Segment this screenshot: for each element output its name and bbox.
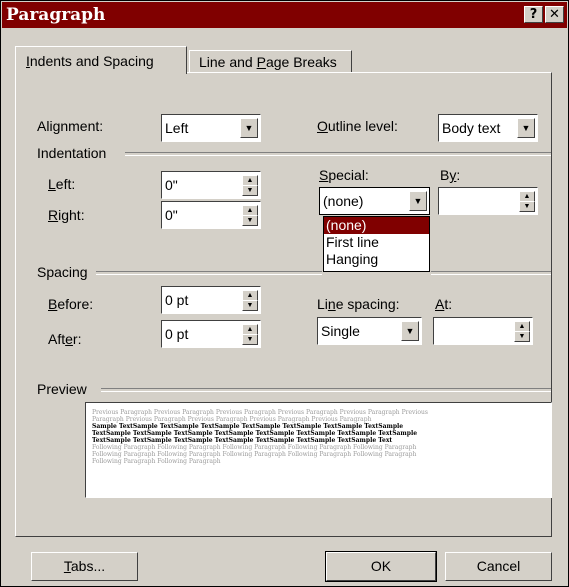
- spin-down-icon[interactable]: ▼: [514, 331, 530, 342]
- preview-group-label: Preview: [37, 381, 87, 397]
- indent-left-spinner[interactable]: 0" ▲ ▼: [161, 171, 261, 199]
- title-bar[interactable]: Paragraph ? ✕: [2, 2, 567, 28]
- ok-button[interactable]: OK: [325, 551, 437, 582]
- spacing-before-spinner[interactable]: 0 pt ▲ ▼: [161, 286, 261, 314]
- label-pre: B: [440, 167, 450, 183]
- at-label: At:: [435, 296, 452, 312]
- label-mnemonic: A: [435, 296, 445, 312]
- tab-label-post: age Breaks: [265, 54, 337, 70]
- label-mnemonic: R: [48, 207, 59, 223]
- cancel-button[interactable]: Cancel: [445, 552, 552, 581]
- spacing-group-label: Spacing: [37, 264, 88, 280]
- line-spacing-label: Line spacing:: [317, 296, 400, 312]
- preview-sample-line: TextSample TextSample TextSample TextSam…: [92, 437, 393, 444]
- tab-label-pre: Line and: [199, 54, 257, 70]
- label-post: :: [456, 167, 461, 183]
- preview-sample-line: Sample TextSample TextSample TextSample …: [92, 423, 404, 430]
- indent-right-spinner[interactable]: 0" ▲ ▼: [161, 201, 261, 229]
- label-pre: Li: [317, 296, 328, 312]
- label-post: ight:: [58, 207, 85, 223]
- label-post: r:: [72, 331, 82, 347]
- outline-level-label: Outline level:: [317, 118, 398, 134]
- label-post: abs...: [70, 558, 106, 574]
- line-spacing-value: Single: [321, 323, 360, 339]
- label-pre: Ali: [37, 118, 53, 134]
- spin-down-icon[interactable]: ▼: [242, 334, 258, 345]
- spacing-after-label: After:: [48, 331, 81, 347]
- label-post: t:: [444, 296, 453, 312]
- spacing-after-spinner[interactable]: 0 pt ▲ ▼: [161, 320, 261, 348]
- label-post: utline level:: [327, 118, 398, 134]
- chevron-down-icon[interactable]: ▼: [517, 118, 535, 138]
- outline-level-value: Body text: [442, 120, 501, 136]
- spacing-divider: [96, 271, 322, 275]
- indent-left-value: 0": [165, 177, 178, 193]
- special-select[interactable]: (none) ▼: [319, 187, 430, 215]
- chevron-down-icon[interactable]: ▼: [401, 321, 419, 341]
- paragraph-preview: Previous Paragraph Previous Paragraph Pr…: [85, 402, 552, 498]
- label-mnemonic: T: [63, 558, 71, 574]
- tab-label-mnemonic: P: [256, 54, 266, 70]
- special-dropdown-list: (none) First line Hanging: [323, 216, 430, 272]
- preview-following-line: Following Paragraph Following Paragraph …: [92, 444, 417, 451]
- tab-indents-and-spacing[interactable]: Indents and Spacing: [15, 46, 187, 74]
- special-option-first-line[interactable]: First line: [324, 234, 429, 251]
- label-mnemonic: S: [319, 167, 329, 183]
- indentation-divider: [125, 152, 551, 156]
- label-post: e spacing:: [335, 296, 400, 312]
- preview-following-line: Following Paragraph Following Paragraph: [92, 458, 221, 465]
- preview-previous-line: Previous Paragraph Previous Paragraph Pr…: [92, 409, 428, 416]
- label-mnemonic: e: [65, 331, 73, 347]
- dialog-title: Paragraph: [6, 5, 106, 25]
- label-post: efore:: [57, 296, 94, 312]
- preview-divider: [101, 388, 551, 392]
- special-value: (none): [323, 193, 364, 209]
- label-mnemonic: L: [48, 176, 56, 192]
- at-spinner[interactable]: ▲ ▼: [433, 317, 533, 345]
- spacing-before-label: Before:: [48, 296, 93, 312]
- spacing-divider-right: [431, 271, 551, 275]
- indent-right-value: 0": [165, 207, 178, 223]
- chevron-down-icon[interactable]: ▼: [240, 118, 258, 138]
- preview-sample-line: TextSample TextSample TextSample TextSam…: [92, 430, 418, 437]
- by-spinner[interactable]: ▲ ▼: [438, 187, 538, 215]
- tab-line-and-page-breaks[interactable]: Line and Page Breaks: [189, 50, 352, 73]
- spin-down-icon[interactable]: ▼: [242, 300, 258, 311]
- preview-following-line: Following Paragraph Following Paragraph …: [92, 451, 417, 458]
- indent-left-label: Left:: [48, 176, 75, 192]
- spacing-after-value: 0 pt: [165, 326, 189, 342]
- by-label: By:: [440, 167, 460, 183]
- spin-down-icon[interactable]: ▼: [242, 185, 258, 196]
- special-label: Special:: [319, 167, 369, 183]
- preview-previous-line: Paragraph Previous Paragraph Previous Pa…: [92, 416, 372, 423]
- close-button[interactable]: ✕: [545, 6, 564, 23]
- label-post: eft:: [55, 176, 76, 192]
- outline-level-select[interactable]: Body text ▼: [438, 114, 538, 142]
- tab-label-post: ndents and Spacing: [29, 53, 154, 69]
- alignment-value: Left: [165, 120, 189, 136]
- line-spacing-select[interactable]: Single ▼: [317, 317, 422, 345]
- label-mnemonic: B: [48, 296, 58, 312]
- indentation-group-label: Indentation: [37, 145, 107, 161]
- label-mnemonic: O: [317, 118, 328, 134]
- label-pre: Aft: [48, 331, 66, 347]
- tabs-button[interactable]: Tabs...: [31, 552, 138, 581]
- spin-down-icon[interactable]: ▼: [242, 215, 258, 226]
- alignment-label: Alignment:: [37, 118, 103, 134]
- label-mnemonic: n: [327, 296, 336, 312]
- indent-right-label: Right:: [48, 207, 85, 223]
- alignment-select[interactable]: Left ▼: [161, 114, 261, 142]
- special-option-none[interactable]: (none): [324, 217, 429, 234]
- help-button[interactable]: ?: [524, 6, 543, 23]
- spacing-before-value: 0 pt: [165, 292, 189, 308]
- paragraph-dialog: Paragraph ? ✕ Indents and Spacing Line a…: [0, 0, 569, 587]
- chevron-down-icon[interactable]: ▼: [409, 191, 427, 211]
- special-option-hanging[interactable]: Hanging: [324, 251, 429, 268]
- label-post: pecial:: [328, 167, 369, 183]
- label-post: nment:: [60, 118, 104, 134]
- spin-down-icon[interactable]: ▼: [519, 201, 535, 212]
